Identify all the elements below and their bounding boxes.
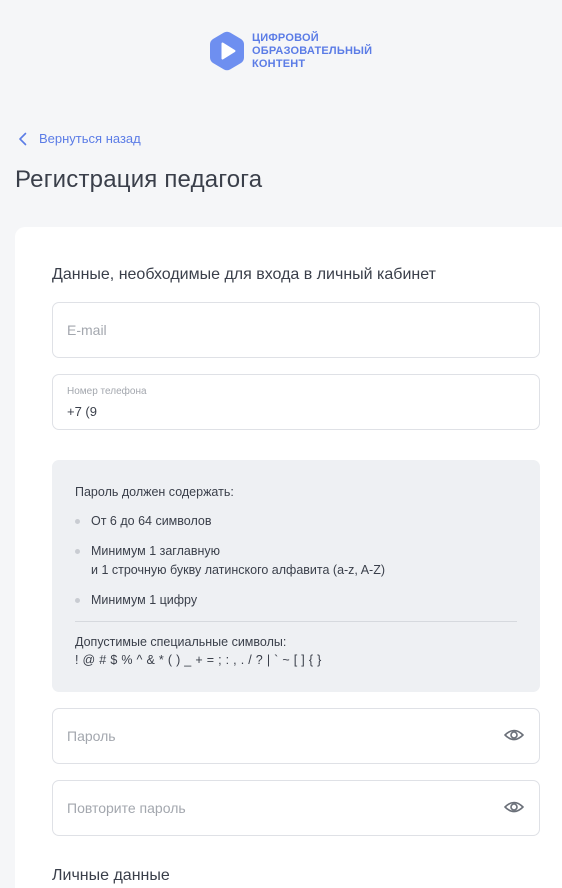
password-rule-text-2: и 1 строчную букву латинского алфавита (… (91, 563, 385, 577)
password-rules-title: Пароль должен содержать: (75, 485, 234, 499)
password-rule: От 6 до 64 символов (75, 512, 211, 531)
login-section-title: Данные, необходимые для входа в личный к… (52, 266, 436, 283)
email-field[interactable] (52, 302, 540, 358)
password-field[interactable] (52, 708, 540, 764)
eye-icon[interactable] (504, 799, 524, 815)
logo-line-2: ОБРАЗОВАТЕЛЬНЫЙ (252, 44, 373, 57)
play-hexagon-icon (210, 31, 244, 71)
registration-card: Данные, необходимые для входа в личный к… (15, 227, 562, 888)
page: ЦИФРОВОЙ ОБРАЗОВАТЕЛЬНЫЙ КОНТЕНТ Вернуть… (0, 0, 562, 888)
eye-icon[interactable] (504, 727, 524, 743)
password-input[interactable] (67, 709, 487, 763)
password-rule-text: Минимум 1 заглавную (91, 544, 220, 558)
bullet-icon (75, 519, 80, 524)
page-title: Регистрация педагога (15, 166, 263, 193)
back-link-label: Вернуться назад (39, 131, 141, 146)
logo[interactable]: ЦИФРОВОЙ ОБРАЗОВАТЕЛЬНЫЙ КОНТЕНТ (210, 31, 372, 71)
logo-text: ЦИФРОВОЙ ОБРАЗОВАТЕЛЬНЫЙ КОНТЕНТ (252, 32, 372, 71)
password-rule: Минимум 1 заглавную и 1 строчную букву л… (75, 542, 385, 580)
phone-value[interactable]: +7 (9 (67, 404, 97, 419)
password-rule: Минимум 1 цифру (75, 591, 197, 610)
back-link[interactable]: Вернуться назад (18, 131, 141, 146)
phone-field[interactable]: Номер телефона +7 (9 (52, 374, 540, 430)
personal-section-title: Личные данные (52, 867, 170, 884)
phone-label: Номер телефона (67, 386, 147, 397)
password-rules: Пароль должен содержать: От 6 до 64 симв… (52, 460, 540, 692)
chevron-left-icon (19, 132, 27, 145)
special-chars-list: ! @ # $ % ^ & * ( ) _ + = ; : , . / ? | … (75, 653, 322, 667)
password-rule-text: От 6 до 64 символов (91, 514, 212, 528)
password-rule-text: Минимум 1 цифру (91, 593, 198, 607)
divider (75, 621, 517, 622)
email-input[interactable] (67, 303, 487, 357)
logo-line-1: ЦИФРОВОЙ (252, 31, 319, 44)
special-chars-title: Допустимые специальные символы: (75, 635, 287, 649)
password-repeat-field[interactable] (52, 780, 540, 836)
password-repeat-input[interactable] (67, 781, 487, 835)
logo-line-3: КОНТЕНТ (252, 57, 306, 70)
bullet-icon (75, 549, 80, 554)
bullet-icon (75, 598, 80, 603)
